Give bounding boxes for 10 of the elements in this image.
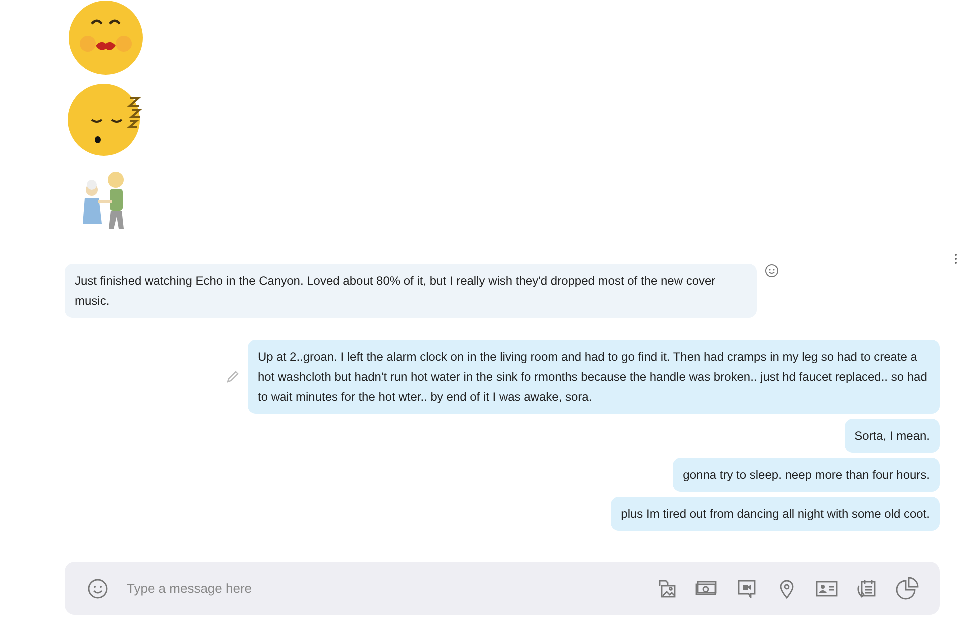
message-bubble: plus Im tired out from dancing all night with some old coot. <box>611 497 940 531</box>
message-bubble: Just finished watching Echo in the Canyon. Loved about 80% of it, but I really wish they'd dropped most of the new cover music. <box>65 264 757 318</box>
message-input-field[interactable]: Type a message here <box>125 580 640 597</box>
emoji-react-icon[interactable] <box>765 264 779 278</box>
message-bubble: Up at 2..groan. I left the alarm clock on in the living room and had to go find it. Then had cramps in my leg so had to create a hot washcloth but hadn't run hot water in the sink fo rmonths because the handle was broken.. just hd faucet replaced.. so had to wait minutes for the hot wter.. by end of it I was awake, sora. <box>248 340 940 414</box>
kissing-face-icon <box>68 0 144 76</box>
sleeping-face-icon <box>68 82 144 158</box>
pie-chart-icon[interactable] <box>894 576 920 602</box>
message-bubble: Sorta, I mean. <box>844 419 940 453</box>
message-bubble: gonna try to sleep. neep more than four hours. <box>673 458 940 492</box>
